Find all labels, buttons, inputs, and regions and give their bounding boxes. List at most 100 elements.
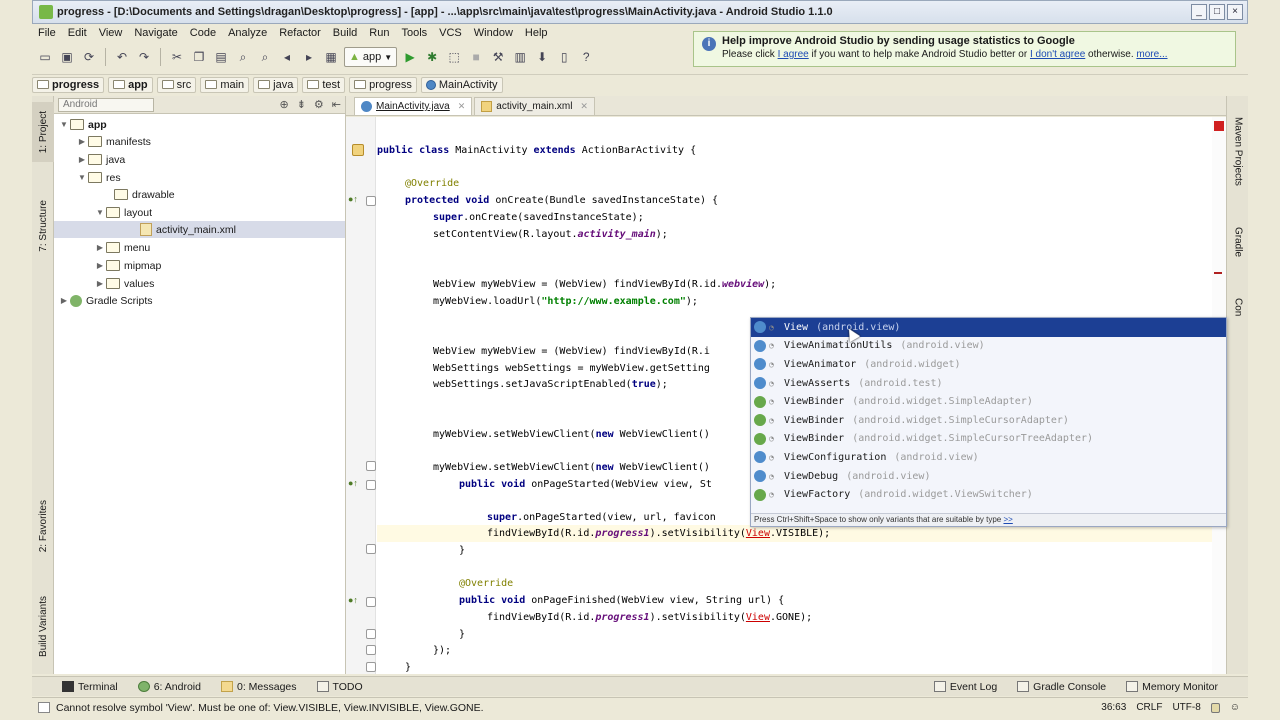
tab-mainactivity-java[interactable]: MainActivity.java ✕ xyxy=(354,97,473,115)
close-tab-icon[interactable]: ✕ xyxy=(580,101,588,112)
settings-icon[interactable]: ⚒ xyxy=(489,48,507,66)
disagree-link[interactable]: I don't agree xyxy=(1030,49,1085,60)
tree-item-manifests[interactable]: ▶ manifests xyxy=(76,133,151,150)
tree-item-gradle-scripts[interactable]: ▶ Gradle Scripts xyxy=(58,292,153,309)
project-structure-icon[interactable]: ▥ xyxy=(511,48,529,66)
fold-marker-icon[interactable] xyxy=(366,662,376,672)
menu-refactor[interactable]: Refactor xyxy=(273,27,327,39)
collapsed-arrow-icon[interactable]: ▶ xyxy=(94,243,106,252)
error-stripe-mark[interactable] xyxy=(1214,272,1222,274)
completion-item[interactable]: ◔ ViewBinder (android.widget.SimpleCursorA… xyxy=(751,411,1226,430)
caret-position[interactable]: 36:63 xyxy=(1101,702,1126,713)
completion-item[interactable]: ◔ ViewAsserts (android.test) xyxy=(751,374,1226,393)
android-monitor-button[interactable]: 6: Android xyxy=(128,681,211,693)
open-icon[interactable]: ▭ xyxy=(36,48,54,66)
cut-icon[interactable]: ✂ xyxy=(168,48,186,66)
run-icon[interactable]: ▶ xyxy=(401,48,419,66)
paste-icon[interactable]: ▤ xyxy=(212,48,230,66)
tab-favorites[interactable]: 2: Favorites xyxy=(32,486,54,566)
minimize-button[interactable]: _ xyxy=(1191,4,1207,20)
gear-icon[interactable]: ⚙ xyxy=(314,98,324,111)
help-icon[interactable]: ? xyxy=(577,48,595,66)
completion-item[interactable]: ◔ ViewBinder (android.widget.SimpleCursorT… xyxy=(751,430,1226,449)
tab-structure[interactable]: 7: Structure xyxy=(32,186,54,266)
lock-icon[interactable] xyxy=(1210,702,1220,713)
memory-monitor-button[interactable]: Memory Monitor xyxy=(1116,681,1228,693)
tree-item-res[interactable]: ▼ res xyxy=(76,169,121,186)
error-indicator-icon[interactable] xyxy=(1214,121,1224,131)
todo-button[interactable]: TODO xyxy=(307,681,373,693)
tab-gradle[interactable]: Gradle xyxy=(1227,214,1249,270)
breadcrumb-java[interactable]: java xyxy=(253,76,299,93)
override-gutter-icon[interactable]: ●↑ xyxy=(348,595,358,605)
hide-panel-icon[interactable]: ⇤ xyxy=(332,98,341,111)
code-completion-popup[interactable]: ◔ View (android.view) ◔ ViewAnimationUtils (… xyxy=(750,317,1227,527)
menu-analyze[interactable]: Analyze xyxy=(222,27,273,39)
breadcrumb-src[interactable]: src xyxy=(156,76,197,93)
forward-icon[interactable]: ▸ xyxy=(300,48,318,66)
fold-marker-icon[interactable] xyxy=(366,629,376,639)
tree-item-mipmap[interactable]: ▶ mipmap xyxy=(94,257,161,274)
completion-item[interactable]: ◔ View (android.view) xyxy=(751,318,1226,337)
override-gutter-icon[interactable]: ●↑ xyxy=(348,478,358,488)
tree-item-drawable[interactable]: drawable xyxy=(102,186,175,203)
undo-icon[interactable]: ↶ xyxy=(113,48,131,66)
menu-edit[interactable]: Edit xyxy=(62,27,93,39)
breadcrumb-progress[interactable]: progress xyxy=(32,76,105,93)
redo-icon[interactable]: ↷ xyxy=(135,48,153,66)
expand-arrow-icon[interactable]: ▼ xyxy=(76,173,88,182)
menu-run[interactable]: Run xyxy=(363,27,395,39)
agree-link[interactable]: I agree xyxy=(778,49,809,60)
more-link[interactable]: more... xyxy=(1136,49,1167,60)
tree-item-java[interactable]: ▶ java xyxy=(76,151,125,168)
menu-view[interactable]: View xyxy=(93,27,129,39)
completion-item[interactable]: ◔ ViewFactory (android.widget.ViewSwitcher… xyxy=(751,485,1226,504)
expand-arrow-icon[interactable]: ▼ xyxy=(58,120,70,129)
completion-item[interactable]: ◔ ViewBinder (android.widget.SimpleAdapter… xyxy=(751,392,1226,411)
messages-button[interactable]: 0: Messages xyxy=(211,681,307,693)
sync-scroll-icon[interactable]: ⊕ xyxy=(279,98,288,111)
maximize-button[interactable]: □ xyxy=(1209,4,1225,20)
tab-maven-projects[interactable]: Maven Projects xyxy=(1227,106,1249,196)
debug-icon[interactable]: ✱ xyxy=(423,48,441,66)
menu-tools[interactable]: Tools xyxy=(395,27,433,39)
menu-build[interactable]: Build xyxy=(327,27,363,39)
menu-navigate[interactable]: Navigate xyxy=(128,27,183,39)
override-gutter-icon[interactable]: ●↑ xyxy=(348,194,358,204)
fold-marker-icon[interactable] xyxy=(366,645,376,655)
fold-marker-icon[interactable] xyxy=(366,461,376,471)
terminal-button[interactable]: Terminal xyxy=(52,681,128,693)
tree-item-activity-main-xml[interactable]: activity_main.xml xyxy=(54,221,345,238)
completion-item[interactable]: ◔ ViewDebug (android.view) xyxy=(751,467,1226,486)
tab-activity-main-xml[interactable]: activity_main.xml ✕ xyxy=(474,97,595,115)
fold-marker-icon[interactable] xyxy=(366,544,376,554)
close-button[interactable]: × xyxy=(1227,4,1243,20)
collapsed-arrow-icon[interactable]: ▶ xyxy=(58,296,70,305)
tree-item-values[interactable]: ▶ values xyxy=(94,275,154,292)
breadcrumb-main[interactable]: main xyxy=(200,76,250,93)
sync-icon[interactable]: ⟳ xyxy=(80,48,98,66)
collapsed-arrow-icon[interactable]: ▶ xyxy=(94,261,106,270)
find-icon[interactable]: ⌕ xyxy=(234,48,252,66)
sdk-manager-icon[interactable]: ⬇ xyxy=(533,48,551,66)
copy-icon[interactable]: ❐ xyxy=(190,48,208,66)
project-view-select[interactable]: Android xyxy=(58,97,154,112)
hector-icon[interactable]: ☺ xyxy=(1230,702,1240,713)
tree-item-layout[interactable]: ▼ layout xyxy=(94,204,152,221)
run-configuration-select[interactable]: ▲ app ▼ xyxy=(344,47,398,67)
collapsed-arrow-icon[interactable]: ▶ xyxy=(94,279,106,288)
save-all-icon[interactable]: ▣ xyxy=(58,48,76,66)
close-tab-icon[interactable]: ✕ xyxy=(458,101,466,112)
tab-commander[interactable]: Con xyxy=(1227,292,1249,322)
menu-code[interactable]: Code xyxy=(184,27,222,39)
tab-build-variants[interactable]: Build Variants xyxy=(32,581,54,671)
attach-debugger-icon[interactable]: ⬚ xyxy=(445,48,463,66)
back-icon[interactable]: ◂ xyxy=(278,48,296,66)
event-log-button[interactable]: Event Log xyxy=(924,681,1007,693)
menu-help[interactable]: Help xyxy=(519,27,554,39)
completion-item[interactable]: ◔ ViewAnimator (android.widget) xyxy=(751,355,1226,374)
breadcrumb-progress-package[interactable]: progress xyxy=(349,76,417,93)
collapsed-arrow-icon[interactable]: ▶ xyxy=(76,137,88,146)
gradle-console-button[interactable]: Gradle Console xyxy=(1007,681,1116,693)
completion-item[interactable]: ◔ ViewConfiguration (android.view) xyxy=(751,448,1226,467)
